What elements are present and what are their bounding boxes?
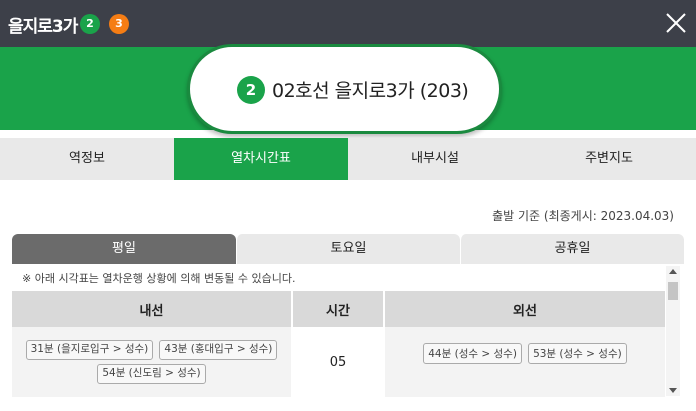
timetable-notice: ※ 아래 시각표는 열차운행 상황에 의해 변동될 수 있습니다. xyxy=(22,272,296,285)
top-bar: 을지로3가 2 3 xyxy=(0,0,696,47)
station-full-name: 02호선 을지로3가 (203) xyxy=(272,80,469,102)
timetable-basis: 출발 기준 (최종게시: 2023.04.03) xyxy=(492,209,674,223)
timetable: 내선 시간 외선 31분 (을지로입구 > 성수) 43분 (홍대입구 > 성수… xyxy=(12,291,665,397)
scrollbar-thumb[interactable] xyxy=(668,282,678,300)
day-tabs: 평일 토요일 공휴일 xyxy=(12,234,684,264)
departure-chip[interactable]: 54분 (신도림 > 성수) xyxy=(97,364,206,384)
tab-timetable[interactable]: 열차시간표 xyxy=(174,138,348,180)
tab-station-info[interactable]: 역정보 xyxy=(0,138,174,180)
line-2-badge: 2 xyxy=(80,14,100,34)
departure-chip[interactable]: 43분 (홍대입구 > 성수) xyxy=(159,340,278,360)
line-badge: 2 xyxy=(237,76,265,104)
tab-facilities[interactable]: 내부시설 xyxy=(348,138,522,180)
tab-saturday[interactable]: 토요일 xyxy=(236,234,460,264)
departure-chip[interactable]: 53분 (성수 > 성수) xyxy=(528,343,627,364)
table-row: 31분 (을지로입구 > 성수) 43분 (홍대입구 > 성수) 54분 (신도… xyxy=(12,327,665,397)
tab-weekday[interactable]: 평일 xyxy=(12,234,236,264)
station-title: 을지로3가 xyxy=(8,17,78,37)
header-hour: 시간 xyxy=(292,291,385,327)
departure-chip[interactable]: 31분 (을지로입구 > 성수) xyxy=(25,340,154,360)
tab-nearby-map[interactable]: 주변지도 xyxy=(522,138,696,180)
outer-line-times: 44분 (성수 > 성수) 53분 (성수 > 성수) xyxy=(384,327,665,397)
scroll-up-icon[interactable] xyxy=(669,269,677,274)
station-name-pill: 2 02호선 을지로3가 (203) xyxy=(187,44,502,134)
tab-holiday[interactable]: 공휴일 xyxy=(460,234,684,264)
departure-chip[interactable]: 44분 (성수 > 성수) xyxy=(423,343,522,364)
timetable-header: 내선 시간 외선 xyxy=(12,291,665,327)
scroll-down-icon[interactable] xyxy=(669,388,677,393)
scrollbar[interactable] xyxy=(666,266,680,396)
close-icon[interactable] xyxy=(664,11,688,35)
main-tabs: 역정보 열차시간표 내부시설 주변지도 xyxy=(0,138,696,180)
line-3-badge: 3 xyxy=(109,14,129,34)
hour-cell: 05 xyxy=(292,327,385,397)
header-outer-line: 외선 xyxy=(384,291,665,327)
header-inner-line: 내선 xyxy=(12,291,293,327)
inner-line-times: 31분 (을지로입구 > 성수) 43분 (홍대입구 > 성수) 54분 (신도… xyxy=(12,327,293,397)
